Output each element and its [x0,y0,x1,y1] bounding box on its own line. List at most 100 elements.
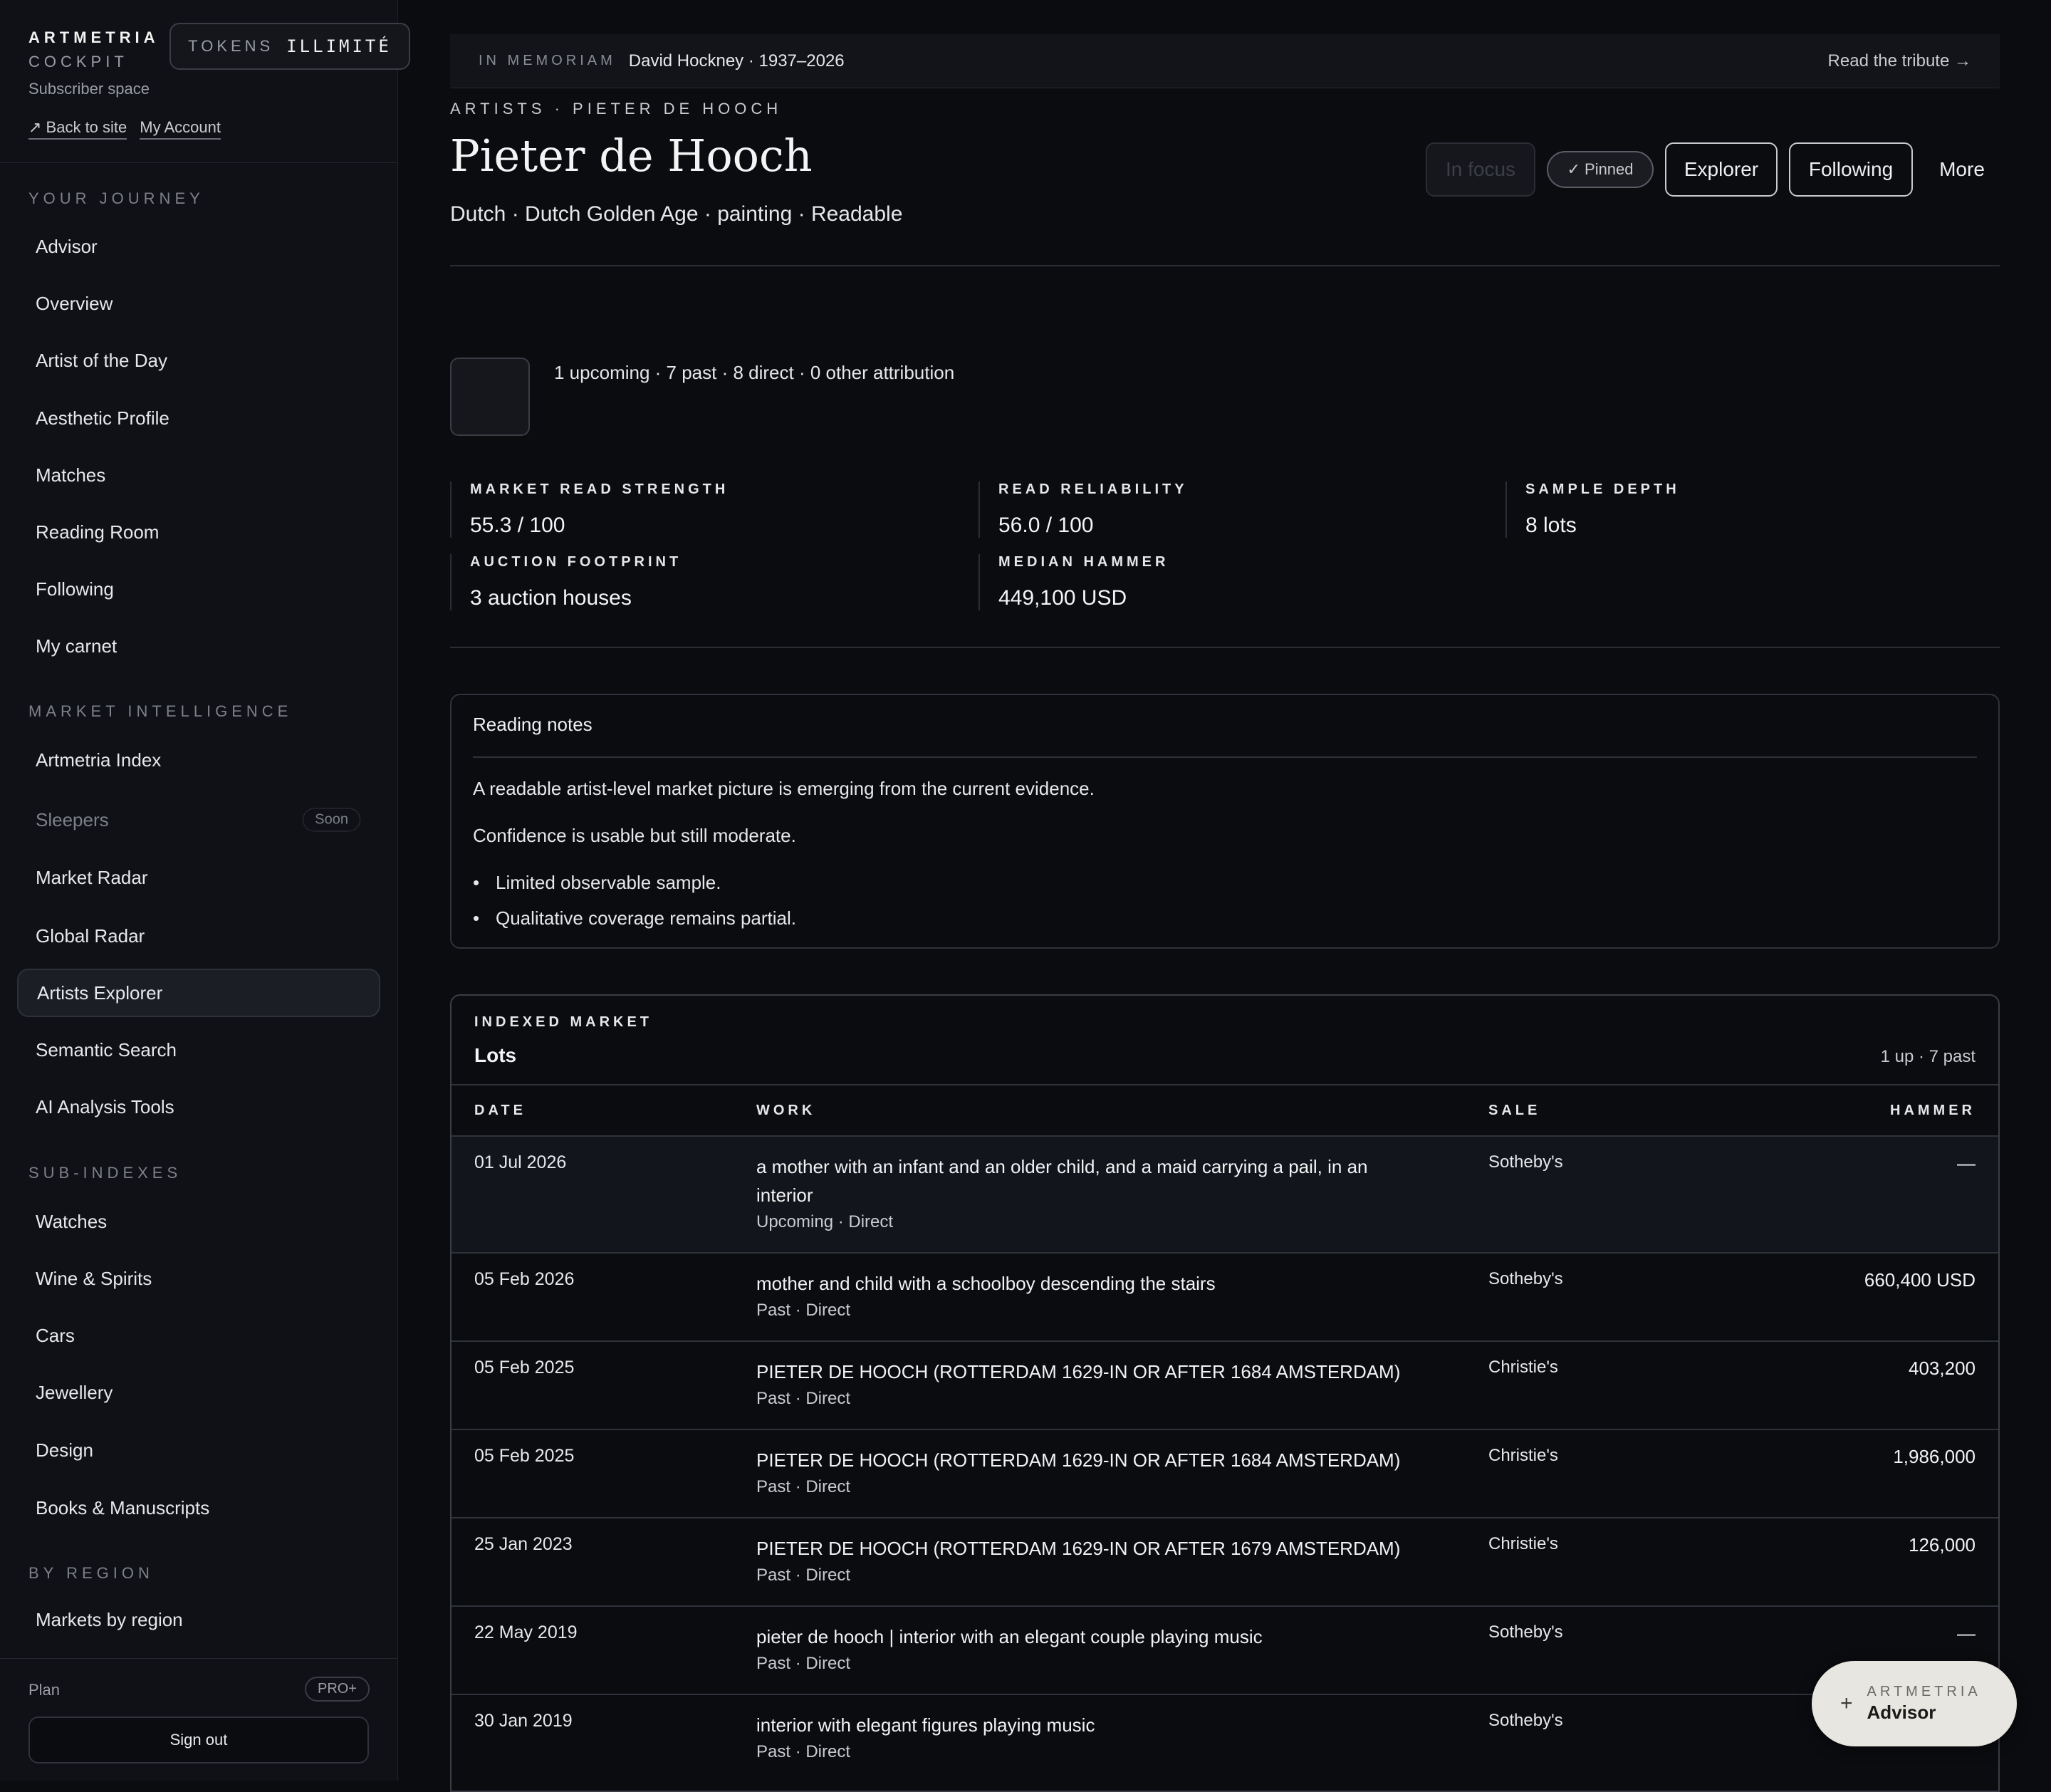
nav-item-global-radar[interactable]: Global Radar [17,912,380,960]
more-button[interactable]: More [1924,142,2000,197]
read-tribute-link[interactable]: Read the tribute → [1828,51,1971,71]
nav-item-my-carnet[interactable]: My carnet [17,622,380,670]
nav-item-wine-spirits[interactable]: Wine & Spirits [17,1254,380,1303]
nav-item-ai-analysis-tools[interactable]: AI Analysis Tools [17,1083,380,1131]
table-row[interactable]: 05 Feb 2026 mother and child with a scho… [452,1254,1998,1342]
lot-meta: Past · Direct [756,1742,851,1761]
metric-label: MARKET READ STRENGTH [470,481,729,497]
lot-work[interactable]: PIETER DE HOOCH (ROTTERDAM 1629-IN OR AF… [756,1446,1426,1500]
metric-sample-depth: SAMPLE DEPTH 8 lots [1505,481,1680,538]
lot-meta: Past · Direct [756,1654,851,1673]
nav-item-market-radar[interactable]: Market Radar [17,853,380,902]
following-button[interactable]: Following [1789,142,1913,197]
notes-paragraph: A readable artist-level market picture i… [473,778,1095,799]
metric-value: 3 auction houses [470,586,632,610]
column-header-date[interactable]: DATE [474,1103,526,1119]
nav-item-semantic-search[interactable]: Semantic Search [17,1026,380,1074]
column-header-hammer[interactable]: HAMMER [1890,1103,1976,1119]
metric-label: MEDIAN HAMMER [998,554,1169,570]
memoriam-label: IN MEMORIAM [479,53,616,68]
brand-sub: COCKPIT [28,53,128,71]
table-row[interactable]: 01 Jul 2026 a mother with an infant and … [452,1137,1998,1254]
memoriam-banner: IN MEMORIAM David Hockney · 1937–2026 Re… [450,34,2000,88]
brand-logo[interactable]: ARTMETRIA COCKPIT [28,28,160,71]
lot-work[interactable]: PIETER DE HOOCH (ROTTERDAM 1629-IN OR AF… [756,1534,1426,1588]
pinned-toggle[interactable]: ✓ Pinned [1547,151,1654,188]
metric-market-read-strength: MARKET READ STRENGTH 55.3 / 100 [450,481,729,538]
my-account-link[interactable]: My Account [140,118,221,140]
back-to-site-link[interactable]: ↗ Back to site [28,118,127,140]
nav-item-advisor[interactable]: Advisor [17,222,380,271]
in-focus-button[interactable]: In focus [1426,142,1535,197]
nav-item-markets-by-region[interactable]: Markets by region [17,1595,380,1644]
lot-sale: Sotheby's [1488,1711,1563,1730]
nav-item-cars[interactable]: Cars [17,1311,380,1360]
column-header-work[interactable]: WORK [756,1103,815,1119]
lot-hammer: 660,400 USD [1864,1269,1976,1291]
lot-work[interactable]: pieter de hooch | interior with an elega… [756,1622,1426,1677]
nav-item-jewellery[interactable]: Jewellery [17,1368,380,1417]
plan-label: Plan [28,1681,61,1699]
metric-median-hammer: MEDIAN HAMMER 449,100 USD [978,554,1169,610]
nav-item-watches[interactable]: Watches [17,1197,380,1246]
tokens-value: ILLIMITÉ [286,36,392,56]
section-label-sub-indexes: SUB-INDEXES [28,1164,182,1182]
table-row[interactable]: 30 Jan 2019 interior with elegant figure… [452,1695,1998,1783]
page-title: Pieter de Hooch [450,130,813,182]
lot-counts: 1 upcoming · 7 past · 8 direct · 0 other… [554,362,955,383]
lot-hammer: 1,986,000 [1893,1446,1976,1467]
nav-item-following[interactable]: Following [17,565,380,613]
explorer-button[interactable]: Explorer [1665,142,1778,197]
column-header-sale[interactable]: SALE [1488,1103,1540,1119]
lot-hammer: — [1957,1622,1976,1644]
lot-work[interactable]: mother and child with a schoolboy descen… [756,1269,1426,1323]
lot-meta: Past · Direct [756,1566,851,1585]
notes-bullet-text: Limited observable sample. [496,872,721,893]
nav-item-artists-explorer[interactable]: Artists Explorer [17,969,380,1017]
account-links: ↗ Back to site My Account [28,118,221,140]
nav-item-matches[interactable]: Matches [17,451,380,499]
lot-date: 05 Feb 2025 [474,1446,575,1466]
nav-item-sleepers[interactable]: Sleepers Soon [17,796,380,844]
nav-item-artist-of-the-day[interactable]: Artist of the Day [17,336,380,385]
nav-item-design[interactable]: Design [17,1426,380,1474]
nav-item-overview[interactable]: Overview [17,279,380,328]
lots-title: Lots [474,1044,517,1066]
lot-date: 01 Jul 2026 [474,1152,567,1172]
nav-item-artmetria-index[interactable]: Artmetria Index [17,736,380,784]
lot-hammer: 126,000 [1909,1534,1976,1556]
section-label-by-region: BY REGION [28,1564,154,1582]
tokens-label: TOKENS [188,37,274,55]
nav-item-reading-room[interactable]: Reading Room [17,508,380,556]
tokens-pill: TOKENS ILLIMITÉ [169,23,410,70]
lot-work[interactable]: interior with elegant figures playing mu… [756,1711,1426,1765]
table-row[interactable]: 05 Feb 2025 PIETER DE HOOCH (ROTTERDAM 1… [452,1430,1998,1518]
metric-value: 55.3 / 100 [470,514,565,537]
lot-meta: Past · Direct [756,1477,851,1496]
reading-notes-card: Reading notes A readable artist-level ma… [450,694,2000,949]
lot-work-title: a mother with an infant and an older chi… [756,1156,1368,1206]
table-row[interactable]: 22 May 2019 pieter de hooch | interior w… [452,1607,1998,1695]
lot-date: 05 Feb 2025 [474,1358,575,1377]
sign-out-button[interactable]: Sign out [28,1717,369,1764]
lot-sale: Sotheby's [1488,1152,1563,1172]
lot-sale: Christie's [1488,1534,1558,1553]
sidebar-divider [0,162,397,163]
lot-date: 30 Jan 2019 [474,1711,573,1731]
table-row[interactable]: 25 Jan 2023 PIETER DE HOOCH (ROTTERDAM 1… [452,1518,1998,1607]
nav-item-aesthetic-profile[interactable]: Aesthetic Profile [17,394,380,442]
soon-badge: Soon [303,808,360,832]
lots-table-card: INDEXED MARKET Lots 1 up · 7 past DATE W… [450,994,2000,1792]
advisor-fab[interactable]: + ARTMETRIA Advisor [1812,1661,2017,1746]
notes-paragraph: Confidence is usable but still moderate. [473,825,796,846]
table-row[interactable]: 05 Feb 2025 PIETER DE HOOCH (ROTTERDAM 1… [452,1342,1998,1430]
metric-read-reliability: READ RELIABILITY 56.0 / 100 [978,481,1188,538]
lot-meta: Past · Direct [756,1389,851,1408]
lot-work[interactable]: PIETER DE HOOCH (ROTTERDAM 1629-IN OR AF… [756,1358,1426,1412]
lots-eyebrow: INDEXED MARKET [474,1014,653,1030]
nav-item-books-manuscripts[interactable]: Books & Manuscripts [17,1484,380,1532]
metric-label: READ RELIABILITY [998,481,1188,497]
artist-thumbnail [450,358,530,436]
lot-work[interactable]: a mother with an infant and an older chi… [756,1152,1426,1235]
lot-work-title: PIETER DE HOOCH (ROTTERDAM 1629-IN OR AF… [756,1538,1401,1559]
